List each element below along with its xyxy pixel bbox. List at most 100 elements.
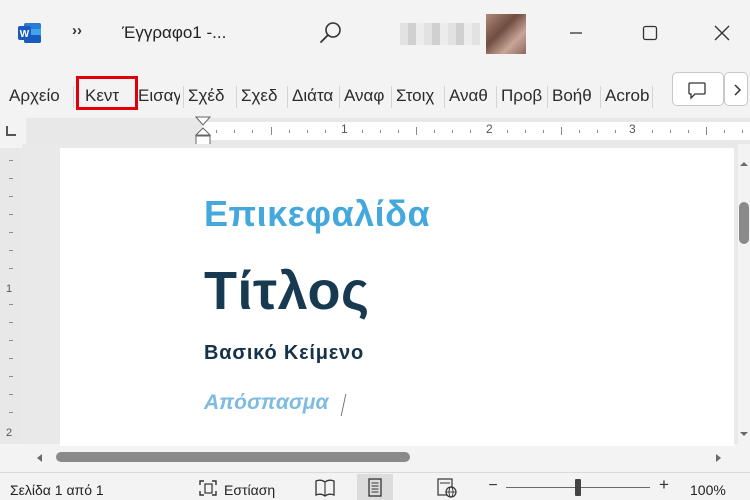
ruler-number: 1 xyxy=(6,283,13,295)
ruler-tick xyxy=(615,130,616,133)
comments-button[interactable] xyxy=(672,72,724,106)
ruler-tick xyxy=(216,130,217,133)
ruler-tick xyxy=(742,130,743,133)
tab-mailings[interactable]: Στοιχ xyxy=(396,82,442,110)
scroll-left-icon[interactable] xyxy=(34,451,46,463)
ruler-tick xyxy=(706,127,707,135)
tab-references[interactable]: Αναφ xyxy=(344,82,389,110)
tab-file[interactable]: Αρχείο xyxy=(9,82,71,110)
ruler-tick xyxy=(9,160,13,161)
zoom-level[interactable]: 100% xyxy=(690,482,726,498)
vertical-ruler[interactable]: 1 2 xyxy=(0,148,22,444)
ruler-tick xyxy=(9,232,13,233)
horizontal-ruler[interactable]: 1 2 3 xyxy=(26,118,750,144)
tab-stop-selector[interactable] xyxy=(4,124,18,138)
ruler-tick xyxy=(543,130,544,133)
focus-icon[interactable] xyxy=(198,479,218,497)
ruler-tick xyxy=(362,130,363,133)
svg-text:W: W xyxy=(20,29,30,40)
print-layout-button[interactable] xyxy=(357,474,393,500)
ruler-tick xyxy=(470,130,471,133)
ruler-tick xyxy=(271,127,272,135)
vertical-scroll-thumb[interactable] xyxy=(739,202,749,244)
ruler-tick xyxy=(724,130,725,133)
ribbon-more-button[interactable] xyxy=(724,72,748,106)
tab-layout[interactable]: Διάτα xyxy=(292,82,337,110)
tab-acrobat[interactable]: Acrob xyxy=(605,82,650,110)
scroll-right-icon[interactable] xyxy=(712,451,724,463)
tab-separator xyxy=(236,86,237,108)
home-tab-highlight xyxy=(76,76,138,110)
ruler-tick xyxy=(652,130,653,133)
ruler-tick xyxy=(688,130,689,133)
scroll-down-icon[interactable] xyxy=(739,426,749,436)
ruler-number: 3 xyxy=(629,122,636,136)
doc-body-text[interactable]: Βασικό Κείμενο xyxy=(204,342,364,365)
ruler-tick xyxy=(452,130,453,133)
ruler-tick xyxy=(398,130,399,133)
ruler-tick xyxy=(9,358,13,359)
tab-view[interactable]: Προβ xyxy=(501,82,545,110)
ruler-tick xyxy=(670,130,671,133)
ruler-tick xyxy=(9,196,13,197)
tab-separator xyxy=(547,86,548,108)
quick-access-overflow-button[interactable]: ›› xyxy=(72,22,82,39)
ruler-tick xyxy=(380,130,381,133)
minimize-button[interactable] xyxy=(558,16,594,50)
tab-insert[interactable]: Εισαγ xyxy=(138,82,180,110)
ruler-tick xyxy=(9,322,13,323)
doc-heading[interactable]: Επικεφαλίδα xyxy=(204,193,430,235)
search-icon[interactable] xyxy=(318,20,344,46)
ruler-tick xyxy=(597,130,598,133)
ribbon-tabs: Αρχείο Κεντ Εισαγ Σχέδ Σχεδ Διάτα Αναφ Σ… xyxy=(0,64,750,122)
tab-separator xyxy=(339,86,340,108)
account-avatar[interactable] xyxy=(486,14,526,54)
ruler-number: 1 xyxy=(341,122,348,136)
read-mode-button[interactable] xyxy=(307,474,343,500)
indent-marker[interactable] xyxy=(194,114,212,148)
ruler-tick xyxy=(561,127,562,135)
ruler-tick xyxy=(9,214,13,215)
ruler-tick xyxy=(252,130,253,133)
web-layout-button[interactable] xyxy=(428,474,464,500)
doc-quote[interactable]: Απόσπασμα xyxy=(204,391,328,415)
ruler-tick xyxy=(525,130,526,133)
page-count-indicator[interactable]: Σελίδα 1 από 1 xyxy=(10,482,104,498)
ruler-tick xyxy=(9,394,13,395)
horizontal-scroll-thumb[interactable] xyxy=(56,452,410,462)
tab-review[interactable]: Αναθ xyxy=(449,82,494,110)
ruler-tick xyxy=(289,130,290,133)
ruler-tick xyxy=(307,130,308,133)
ruler-tick xyxy=(9,250,13,251)
tab-separator xyxy=(73,86,74,108)
tab-separator xyxy=(287,86,288,108)
comment-icon xyxy=(688,82,706,100)
word-app-icon: W xyxy=(18,22,42,44)
ruler-number: 2 xyxy=(486,122,493,136)
scroll-up-icon[interactable] xyxy=(739,156,749,166)
tab-help[interactable]: Βοήθ xyxy=(552,82,598,110)
account-name[interactable] xyxy=(400,23,480,45)
ruler-tick xyxy=(9,340,13,341)
tab-separator xyxy=(444,86,445,108)
ruler-tick xyxy=(507,130,508,133)
zoom-in-button[interactable]: + xyxy=(657,476,671,493)
focus-mode-label[interactable]: Εστίαση xyxy=(224,482,275,498)
doc-title[interactable]: Τίτλος xyxy=(204,260,370,322)
ruler-tick xyxy=(234,130,235,133)
title-bar: W ›› Έγγραφο1 -... xyxy=(0,0,750,64)
tab-draw[interactable]: Σχέδ xyxy=(188,82,234,110)
tab-design[interactable]: Σχεδ xyxy=(241,82,285,110)
zoom-slider-thumb[interactable] xyxy=(575,479,581,496)
ruler-text-area xyxy=(202,122,750,140)
ruler-tick xyxy=(9,304,13,305)
close-button[interactable] xyxy=(704,16,740,50)
ruler-tick xyxy=(9,268,13,269)
vertical-scrollbar[interactable] xyxy=(738,148,750,444)
ruler-number: 2 xyxy=(6,427,13,439)
ruler-tick xyxy=(9,178,13,179)
ruler-tick xyxy=(9,412,13,413)
document-title[interactable]: Έγγραφο1 -... xyxy=(122,23,226,43)
zoom-out-button[interactable]: − xyxy=(486,478,500,494)
maximize-button[interactable] xyxy=(632,16,668,50)
